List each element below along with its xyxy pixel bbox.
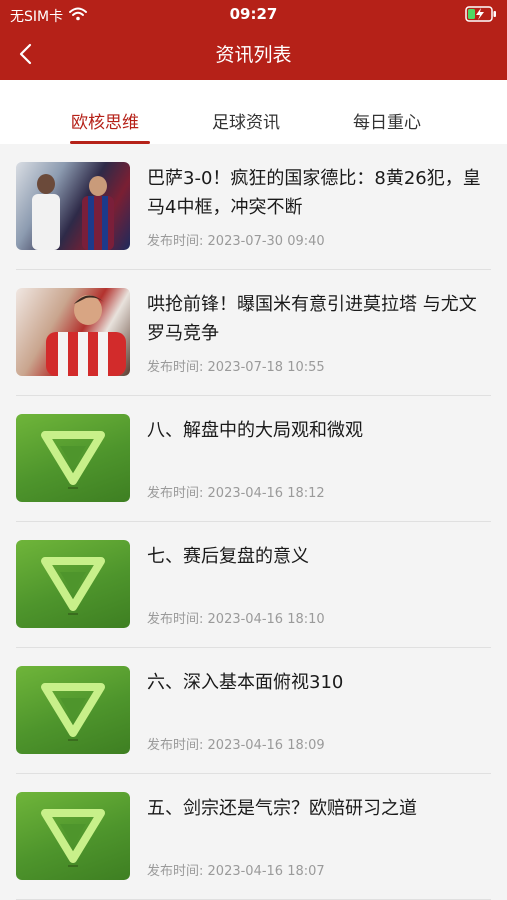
publish-time-label: 发布时间: bbox=[147, 486, 204, 501]
tab-bar: 欧核思维 足球资讯 每日重心 bbox=[0, 80, 507, 144]
tab-football-news[interactable]: 足球资讯 bbox=[212, 108, 280, 133]
list-item[interactable]: 七、赛后复盘的意义 发布时间: 2023-04-16 18:10 bbox=[0, 522, 507, 648]
status-bar: 无SIM卡 09:27 bbox=[0, 0, 507, 28]
list-item[interactable]: 哄抢前锋！曝国米有意引进莫拉塔 与尤文罗马竞争 发布时间: 2023-07-18… bbox=[0, 270, 507, 396]
battery-charging-icon bbox=[465, 6, 497, 22]
back-button[interactable] bbox=[6, 34, 46, 74]
publish-time-value: 2023-04-16 18:09 bbox=[207, 738, 325, 753]
list-item[interactable]: 五、剑宗还是气宗？欧赔研习之道 发布时间: 2023-04-16 18:07 bbox=[0, 774, 507, 900]
publish-time: 发布时间: 2023-04-16 18:10 bbox=[147, 608, 325, 627]
publish-time-label: 发布时间: bbox=[147, 612, 204, 627]
news-list: 巴萨3-0！疯狂的国家德比：8黄26犯，皇马4中框，冲突不断 发布时间: 202… bbox=[0, 144, 507, 900]
news-title: 五、剑宗还是气宗？欧赔研习之道 bbox=[147, 798, 417, 819]
publish-time: 发布时间: 2023-04-16 18:07 bbox=[147, 860, 325, 879]
app-logo-icon bbox=[16, 792, 130, 880]
publish-time: 发布时间: 2023-07-30 09:40 bbox=[147, 230, 325, 249]
publish-time-value: 2023-07-30 09:40 bbox=[207, 234, 325, 249]
publish-time-label: 发布时间: bbox=[147, 234, 204, 249]
header: 无SIM卡 09:27 资讯列表 bbox=[0, 0, 507, 80]
nav-bar: 资讯列表 bbox=[0, 28, 507, 80]
publish-time-value: 2023-04-16 18:12 bbox=[207, 486, 325, 501]
publish-time: 发布时间: 2023-04-16 18:09 bbox=[147, 734, 325, 753]
list-item[interactable]: 巴萨3-0！疯狂的国家德比：8黄26犯，皇马4中框，冲突不断 发布时间: 202… bbox=[0, 144, 507, 270]
publish-time-value: 2023-04-16 18:10 bbox=[207, 612, 325, 627]
list-item[interactable]: 八、解盘中的大局观和微观 发布时间: 2023-04-16 18:12 bbox=[0, 396, 507, 522]
publish-time: 发布时间: 2023-04-16 18:12 bbox=[147, 482, 325, 501]
app-logo-icon bbox=[16, 666, 130, 754]
publish-time-value: 2023-07-18 10:55 bbox=[207, 360, 325, 375]
list-item[interactable]: 六、深入基本面俯视310 发布时间: 2023-04-16 18:09 bbox=[0, 648, 507, 774]
news-title: 巴萨3-0！疯狂的国家德比：8黄26犯，皇马4中框，冲突不断 bbox=[147, 168, 481, 218]
news-title: 哄抢前锋！曝国米有意引进莫拉塔 与尤文罗马竞争 bbox=[147, 294, 477, 344]
news-thumbnail-photo bbox=[16, 162, 130, 250]
publish-time-label: 发布时间: bbox=[147, 864, 204, 879]
news-thumbnail-photo bbox=[16, 288, 130, 376]
publish-time-label: 发布时间: bbox=[147, 738, 204, 753]
page-title: 资讯列表 bbox=[215, 44, 292, 66]
tab-daily-focus[interactable]: 每日重心 bbox=[353, 108, 421, 133]
app-logo-icon bbox=[16, 414, 130, 502]
tab-ouhe-siwei[interactable]: 欧核思维 bbox=[71, 108, 139, 133]
chevron-left-icon bbox=[19, 43, 32, 65]
news-title: 七、赛后复盘的意义 bbox=[147, 546, 309, 567]
app-screen: 无SIM卡 09:27 资讯列表 欧核思维 足球资讯 每日重心 巴萨3-0！疯狂… bbox=[0, 0, 507, 900]
publish-time-label: 发布时间: bbox=[147, 360, 204, 375]
app-logo-icon bbox=[16, 540, 130, 628]
status-time: 09:27 bbox=[229, 5, 278, 23]
publish-time-value: 2023-04-16 18:07 bbox=[207, 864, 325, 879]
publish-time: 发布时间: 2023-07-18 10:55 bbox=[147, 356, 325, 375]
news-title: 八、解盘中的大局观和微观 bbox=[147, 420, 363, 441]
news-title: 六、深入基本面俯视310 bbox=[147, 672, 344, 693]
